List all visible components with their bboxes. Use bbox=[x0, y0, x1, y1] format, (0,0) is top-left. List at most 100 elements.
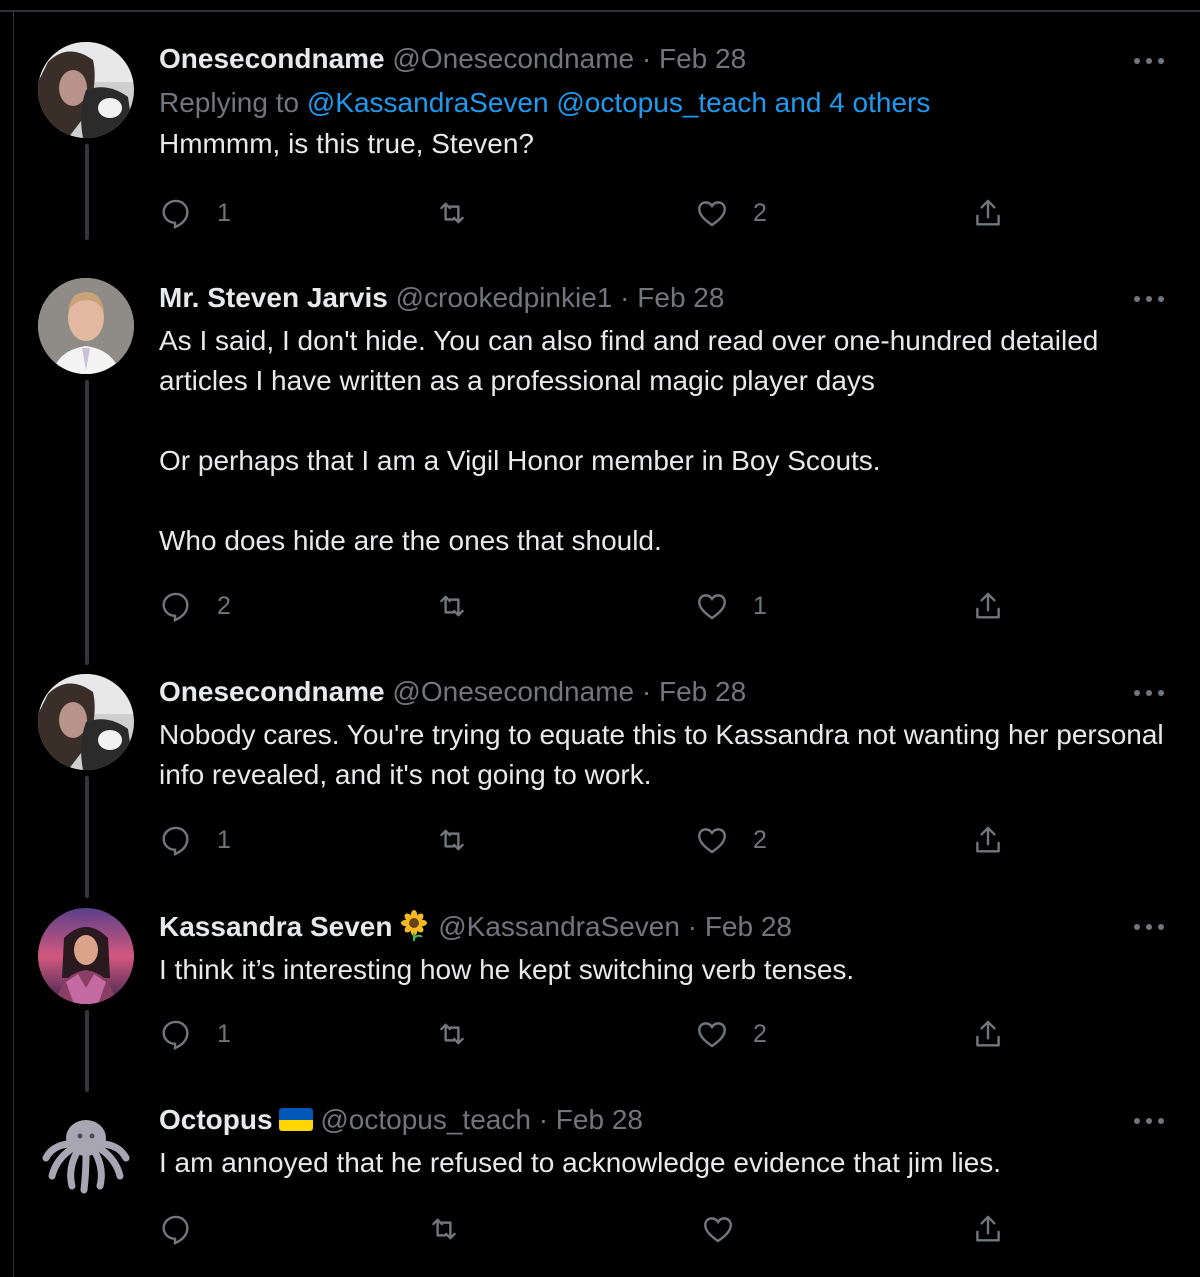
reply-count: 2 bbox=[217, 591, 231, 620]
tweet-actions bbox=[159, 1209, 1019, 1249]
tweet-text: As I said, I don't hide. You can also fi… bbox=[159, 321, 1170, 561]
share-icon bbox=[976, 592, 1000, 619]
share-button[interactable] bbox=[971, 820, 1005, 860]
share-icon bbox=[976, 1020, 1000, 1047]
like-button[interactable]: 1 bbox=[695, 586, 767, 626]
tweet-paragraph: I think it’s interesting how he kept swi… bbox=[159, 954, 855, 985]
avatar[interactable] bbox=[38, 908, 134, 1004]
display-name[interactable]: Mr. Steven Jarvis bbox=[159, 282, 388, 313]
heart-icon bbox=[704, 1217, 732, 1243]
reply-button[interactable]: 1 bbox=[159, 193, 231, 233]
retweet-button[interactable] bbox=[427, 1209, 485, 1249]
retweet-button[interactable] bbox=[435, 586, 493, 626]
retweet-button[interactable] bbox=[435, 1014, 493, 1054]
tweet-text: Nobody cares. You're trying to equate th… bbox=[159, 715, 1170, 795]
avatar[interactable] bbox=[38, 1102, 134, 1198]
tweet-date[interactable]: Feb 28 bbox=[556, 1104, 643, 1135]
tweet-text: I am annoyed that he refused to acknowle… bbox=[159, 1143, 1170, 1183]
like-count: 1 bbox=[753, 591, 767, 620]
handle[interactable]: @Onesecondname bbox=[392, 43, 634, 74]
like-count: 2 bbox=[753, 198, 767, 227]
top-border bbox=[0, 10, 1200, 12]
handle[interactable]: @octopus_teach bbox=[320, 1104, 531, 1135]
replying-to: Replying to @KassandraSeven @octopus_tea… bbox=[159, 86, 1170, 120]
reply-button[interactable]: 2 bbox=[159, 586, 231, 626]
tweet-date[interactable]: Feb 28 bbox=[637, 282, 724, 313]
like-button[interactable]: 2 bbox=[695, 193, 767, 233]
display-name[interactable]: Kassandra Seven bbox=[159, 911, 392, 942]
ukraine-flag-icon bbox=[278, 1108, 313, 1131]
avatar[interactable] bbox=[38, 42, 134, 138]
thread-line bbox=[85, 144, 89, 240]
like-button[interactable] bbox=[701, 1209, 759, 1249]
reply-button[interactable]: 1 bbox=[159, 1014, 231, 1054]
reply-count: 1 bbox=[217, 1019, 231, 1048]
reply-icon bbox=[162, 592, 189, 623]
reply-icon bbox=[162, 1215, 189, 1246]
replying-to-links[interactable]: @KassandraSeven @octopus_teach and 4 oth… bbox=[307, 87, 930, 118]
tweet-header: Kassandra Seven @KassandraSeven · Feb 28 bbox=[159, 909, 1170, 944]
reply-icon bbox=[162, 199, 189, 230]
more-options-icon[interactable] bbox=[1132, 688, 1166, 698]
thread-line bbox=[85, 1010, 89, 1092]
tweet-actions: 2 1 bbox=[159, 586, 1019, 626]
avatar[interactable] bbox=[38, 674, 134, 770]
heart-icon bbox=[698, 828, 726, 854]
tweet-date[interactable]: Feb 28 bbox=[705, 911, 792, 942]
retweet-button[interactable] bbox=[435, 820, 493, 860]
tweet-paragraph: Hmmmm, is this true, Steven? bbox=[159, 128, 534, 159]
share-button[interactable] bbox=[971, 193, 1005, 233]
avatar[interactable] bbox=[38, 278, 134, 374]
display-name[interactable]: Onesecondname bbox=[159, 43, 385, 74]
tweet-paragraph: I am annoyed that he refused to acknowle… bbox=[159, 1147, 1002, 1178]
separator-dot: · bbox=[538, 1104, 549, 1135]
share-icon bbox=[976, 199, 1000, 226]
tweet-header: Mr. Steven Jarvis @crookedpinkie1 · Feb … bbox=[159, 281, 1170, 315]
tweet-actions: 1 2 bbox=[159, 1014, 1019, 1054]
like-button[interactable]: 2 bbox=[695, 1014, 767, 1054]
tweet-date[interactable]: Feb 28 bbox=[659, 43, 746, 74]
retweet-icon bbox=[440, 595, 464, 617]
more-options-icon[interactable] bbox=[1132, 922, 1166, 932]
tweet-paragraph: Nobody cares. You're trying to equate th… bbox=[159, 719, 1164, 790]
left-border bbox=[13, 10, 14, 1277]
tweet-text: Hmmmm, is this true, Steven? bbox=[159, 124, 1170, 164]
separator-dot: · bbox=[641, 676, 652, 707]
retweet-button[interactable] bbox=[435, 193, 493, 233]
reply-count: 1 bbox=[217, 825, 231, 854]
share-button[interactable] bbox=[971, 1014, 1005, 1054]
reply-button[interactable] bbox=[159, 1209, 217, 1249]
share-icon bbox=[976, 826, 1000, 853]
sunflower-icon bbox=[401, 910, 428, 941]
tweet-paragraph: As I said, I don't hide. You can also fi… bbox=[159, 325, 1099, 396]
share-button[interactable] bbox=[971, 586, 1005, 626]
heart-icon bbox=[698, 594, 726, 620]
tweet-header: Onesecondname @Onesecondname · Feb 28 bbox=[159, 42, 1170, 76]
more-options-icon[interactable] bbox=[1132, 1116, 1166, 1126]
share-icon bbox=[976, 1215, 1000, 1242]
reply-icon bbox=[162, 1020, 189, 1051]
separator-dot: · bbox=[687, 911, 698, 942]
display-name[interactable]: Octopus bbox=[159, 1104, 273, 1135]
tweet-paragraph: Who does hide are the ones that should. bbox=[159, 525, 662, 556]
thread-line bbox=[85, 776, 89, 898]
handle[interactable]: @Onesecondname bbox=[392, 676, 634, 707]
reply-button[interactable]: 1 bbox=[159, 820, 231, 860]
share-button[interactable] bbox=[971, 1209, 1005, 1249]
display-name[interactable]: Onesecondname bbox=[159, 676, 385, 707]
separator-dot: · bbox=[620, 282, 630, 313]
tweet-actions: 1 2 bbox=[159, 820, 1019, 860]
heart-icon bbox=[698, 1022, 726, 1048]
tweet-text: I think it’s interesting how he kept swi… bbox=[159, 950, 1170, 990]
like-button[interactable]: 2 bbox=[695, 820, 767, 860]
more-options-icon[interactable] bbox=[1132, 56, 1166, 66]
more-options-icon[interactable] bbox=[1132, 294, 1166, 304]
heart-icon bbox=[698, 201, 726, 227]
retweet-icon bbox=[440, 1023, 464, 1045]
tweet-date[interactable]: Feb 28 bbox=[659, 676, 746, 707]
retweet-icon bbox=[440, 202, 464, 224]
handle[interactable]: @KassandraSeven bbox=[438, 911, 680, 942]
like-count: 2 bbox=[753, 825, 767, 854]
handle[interactable]: @crookedpinkie1 bbox=[396, 282, 613, 313]
tweet-paragraph: Or perhaps that I am a Vigil Honor membe… bbox=[159, 445, 881, 476]
